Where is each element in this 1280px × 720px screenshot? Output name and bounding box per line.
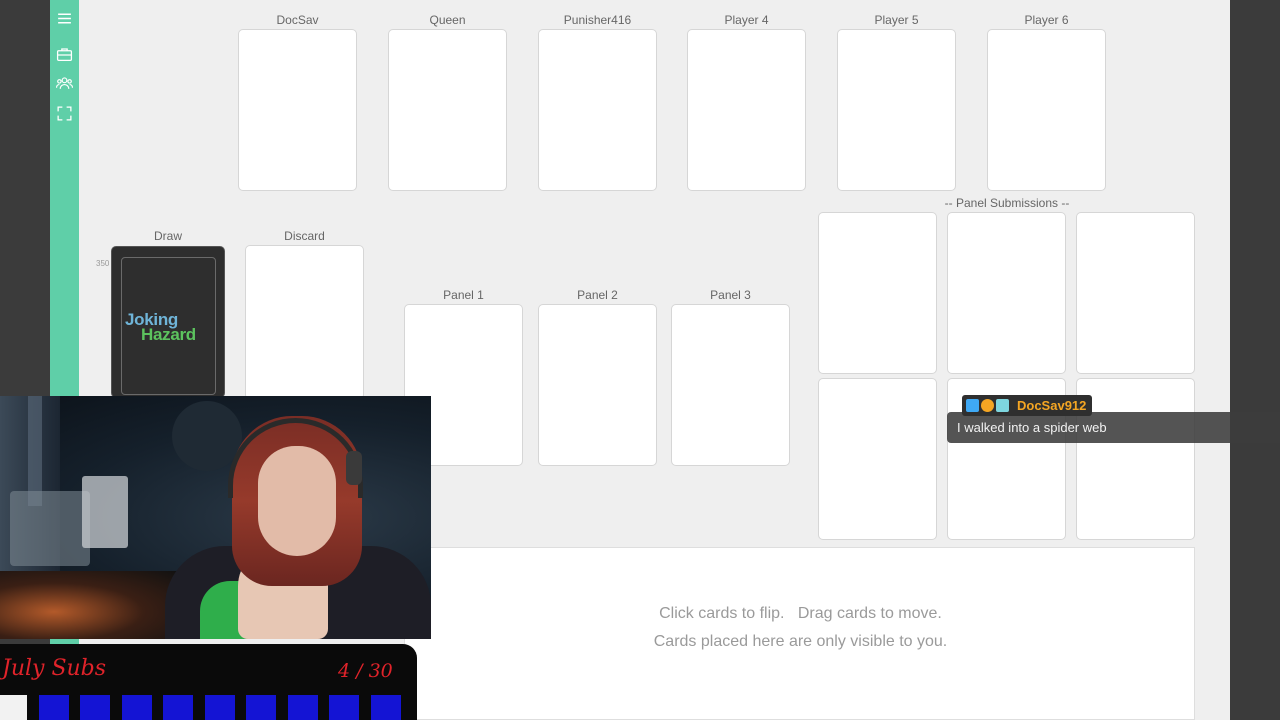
discard-label: Discard	[284, 229, 325, 243]
submission-slot[interactable]	[947, 212, 1066, 374]
player-card-slot[interactable]	[837, 29, 956, 191]
player-name: Punisher416	[563, 13, 632, 27]
chat-message: I walked into a spider web	[947, 412, 1280, 443]
panel-label: Panel 2	[577, 288, 618, 302]
panel-slot-2[interactable]	[538, 304, 657, 466]
right-margin	[1230, 0, 1280, 720]
submission-slot[interactable]	[818, 378, 937, 540]
deck-logo-hazard: Hazard	[141, 325, 196, 344]
submission-slot[interactable]	[1076, 212, 1195, 374]
sub-slot	[163, 695, 193, 720]
sub-goal-title: July Subs	[2, 656, 107, 681]
player-card-slot[interactable]	[538, 29, 657, 191]
sub-progress-fill	[0, 695, 27, 720]
submission-slot[interactable]	[818, 212, 937, 374]
player-name: Player 4	[724, 13, 769, 27]
draw-label: Draw	[153, 229, 182, 243]
sub-slot	[288, 695, 318, 720]
hand-instruction: Click cards to flip. Drag cards to move.	[659, 605, 942, 622]
sub-slot	[80, 695, 110, 720]
sub-badge-icon	[996, 399, 1009, 412]
player-card-slot[interactable]	[687, 29, 806, 191]
sub-slot	[329, 695, 359, 720]
player-card-slot[interactable]	[388, 29, 507, 191]
chat-username: DocSav912	[1017, 398, 1087, 413]
prime-badge-icon	[966, 399, 979, 412]
webcam-overlay	[0, 396, 431, 639]
fullscreen-icon[interactable]	[55, 104, 74, 123]
panel-submissions-label: -- Panel Submissions --	[944, 196, 1070, 210]
panel-label: Panel 3	[710, 288, 751, 302]
sub-slot	[246, 695, 276, 720]
users-icon[interactable]	[55, 74, 74, 93]
submission-slot[interactable]	[1076, 378, 1195, 540]
player-name: DocSav	[276, 13, 319, 27]
briefcase-icon[interactable]	[55, 45, 74, 64]
player-name: Player 6	[1024, 13, 1069, 27]
player-name: Queen	[429, 13, 466, 27]
sub-goal-widget: July Subs 4 / 30	[0, 644, 417, 720]
chat-header: DocSav912	[962, 395, 1093, 416]
panel-slot-3[interactable]	[671, 304, 790, 466]
sub-slot	[205, 695, 235, 720]
panel-label: Panel 1	[443, 288, 484, 302]
draw-pile[interactable]: Joking Hazard	[111, 246, 225, 398]
sub-slot	[122, 695, 152, 720]
sub-slot	[371, 695, 401, 720]
player-name: Player 5	[874, 13, 919, 27]
player-card-slot[interactable]	[987, 29, 1106, 191]
deck-count: 350	[96, 259, 110, 268]
discard-pile[interactable]	[245, 245, 364, 400]
private-hand-area[interactable]: Click cards to flip. Drag cards to move.…	[404, 547, 1195, 720]
player-card-slot[interactable]	[238, 29, 357, 191]
bits-badge-icon	[981, 399, 994, 412]
sub-slot	[39, 695, 69, 720]
hand-visibility-note: Cards placed here are only visible to yo…	[653, 633, 948, 650]
sub-goal-count: 4 / 30	[338, 660, 393, 682]
menu-icon[interactable]	[55, 9, 74, 28]
